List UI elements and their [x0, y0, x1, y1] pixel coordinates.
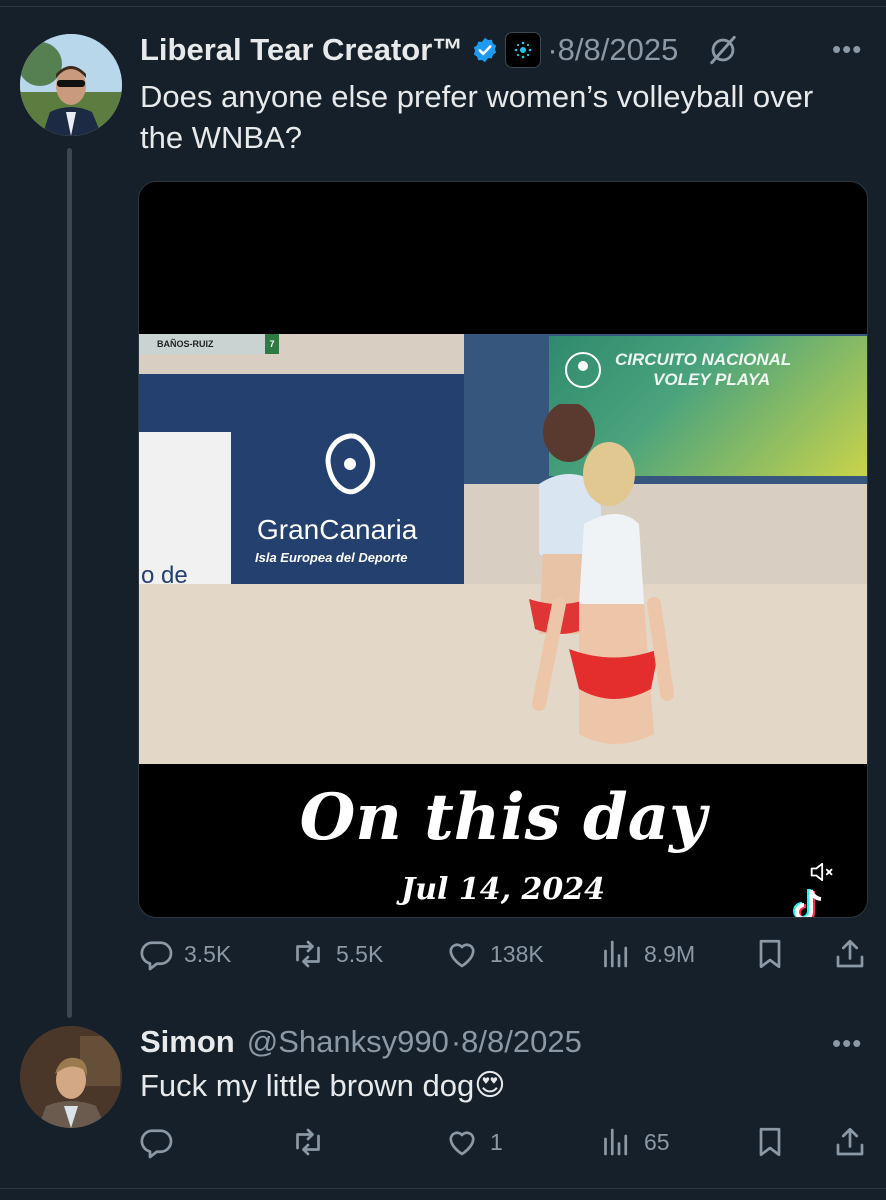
heart-icon	[449, 943, 475, 968]
reply-like-button[interactable]: 1	[444, 1122, 503, 1162]
reply-author-name[interactable]: Simon	[140, 1024, 235, 1060]
like-button[interactable]: 138K	[444, 934, 544, 974]
reply-view-count: 65	[644, 1128, 670, 1155]
banner-brand: GranCanaria	[257, 514, 418, 545]
tweet-video[interactable]: CIRCUITO NACIONAL VOLEY PLAYA BAÑOS-RUIZ…	[138, 181, 868, 918]
reply-views-button[interactable]: 65	[598, 1122, 670, 1162]
scoreboard-name: BAÑOS-RUIZ	[157, 339, 214, 349]
reply-header: Simon @Shanksy990 ·8/8/2025	[140, 1020, 582, 1064]
reply-reply-button[interactable]	[138, 1122, 184, 1162]
reply-text: Fuck my little brown dog	[140, 1068, 475, 1103]
reply-like-count: 1	[490, 1128, 503, 1155]
share-icon	[836, 1127, 864, 1156]
mute-icon[interactable]	[807, 858, 835, 891]
reply-more-options-icon[interactable]: •••	[832, 1028, 862, 1059]
reply-author-handle[interactable]: @Shanksy990	[247, 1024, 449, 1060]
reply-actions: 1 65	[138, 1122, 868, 1162]
reply-share-button[interactable]	[832, 1122, 868, 1162]
reply-icon	[140, 941, 173, 971]
sign-logo-icon	[565, 352, 601, 388]
repost-icon	[296, 1128, 320, 1156]
thread-connector-line	[67, 148, 72, 1018]
scoreboard: BAÑOS-RUIZ 7	[139, 334, 279, 354]
grok-icon[interactable]	[706, 33, 740, 67]
heart-icon	[449, 1131, 475, 1156]
players-illustration	[529, 404, 674, 744]
repost-icon	[296, 940, 320, 968]
video-frame: CIRCUITO NACIONAL VOLEY PLAYA BAÑOS-RUIZ…	[139, 334, 867, 764]
banner-subtitle: Isla Europea del Deporte	[255, 550, 408, 565]
bottom-divider	[0, 1188, 886, 1189]
scoreboard-number: 7	[265, 334, 279, 354]
reply-text-container: Fuck my little brown dog 😍	[140, 1064, 506, 1108]
heart-eyes-emoji: 😍	[474, 1069, 506, 1102]
reply-date[interactable]: ·8/8/2025	[451, 1024, 582, 1060]
video-caption-date: Jul 14, 2024	[401, 872, 605, 907]
views-button[interactable]: 8.9M	[598, 934, 695, 974]
view-count: 8.9M	[644, 940, 696, 967]
court-banner: o de naria GranCanaria Isla Europea del …	[139, 374, 464, 627]
verified-badge-icon	[471, 36, 499, 64]
gran-canaria-logo-icon	[325, 433, 375, 495]
tweet-text: Does anyone else prefer women’s volleyba…	[140, 79, 814, 155]
repost-button[interactable]: 5.5K	[290, 934, 383, 974]
views-icon	[604, 1128, 628, 1156]
share-button[interactable]	[832, 934, 868, 974]
like-count: 138K	[490, 940, 544, 967]
reply-repost-button[interactable]	[290, 1122, 336, 1162]
reply-author-avatar[interactable]	[20, 1026, 122, 1128]
views-icon	[604, 940, 628, 968]
video-caption: On this day	[299, 780, 707, 855]
tweet-date[interactable]: ·8/8/2025	[547, 32, 678, 68]
share-icon	[836, 939, 864, 968]
tweet-actions: 3.5K 5.5K 138K 8.9M	[138, 934, 868, 974]
top-divider	[0, 0, 886, 7]
bookmark-button[interactable]	[752, 934, 788, 974]
reply-count: 3.5K	[184, 940, 232, 967]
reply-icon	[140, 1129, 173, 1159]
author-name[interactable]: Liberal Tear Creator™	[140, 32, 463, 68]
bookmark-icon	[759, 939, 781, 969]
repost-count: 5.5K	[336, 940, 384, 967]
reply-button[interactable]: 3.5K	[138, 934, 231, 974]
author-avatar[interactable]	[20, 34, 122, 136]
bookmark-icon	[759, 1127, 781, 1157]
sign-line-2: VOLEY PLAYA	[653, 370, 771, 389]
more-options-icon[interactable]: •••	[832, 34, 862, 65]
reply-bookmark-button[interactable]	[752, 1122, 788, 1162]
affiliation-badge-icon[interactable]	[505, 32, 542, 68]
tweet-header: Liberal Tear Creator™ ·8/8/2025	[140, 28, 740, 72]
sign-line-1: CIRCUITO NACIONAL	[615, 350, 792, 369]
tiktok-watermark-icon	[789, 888, 829, 917]
